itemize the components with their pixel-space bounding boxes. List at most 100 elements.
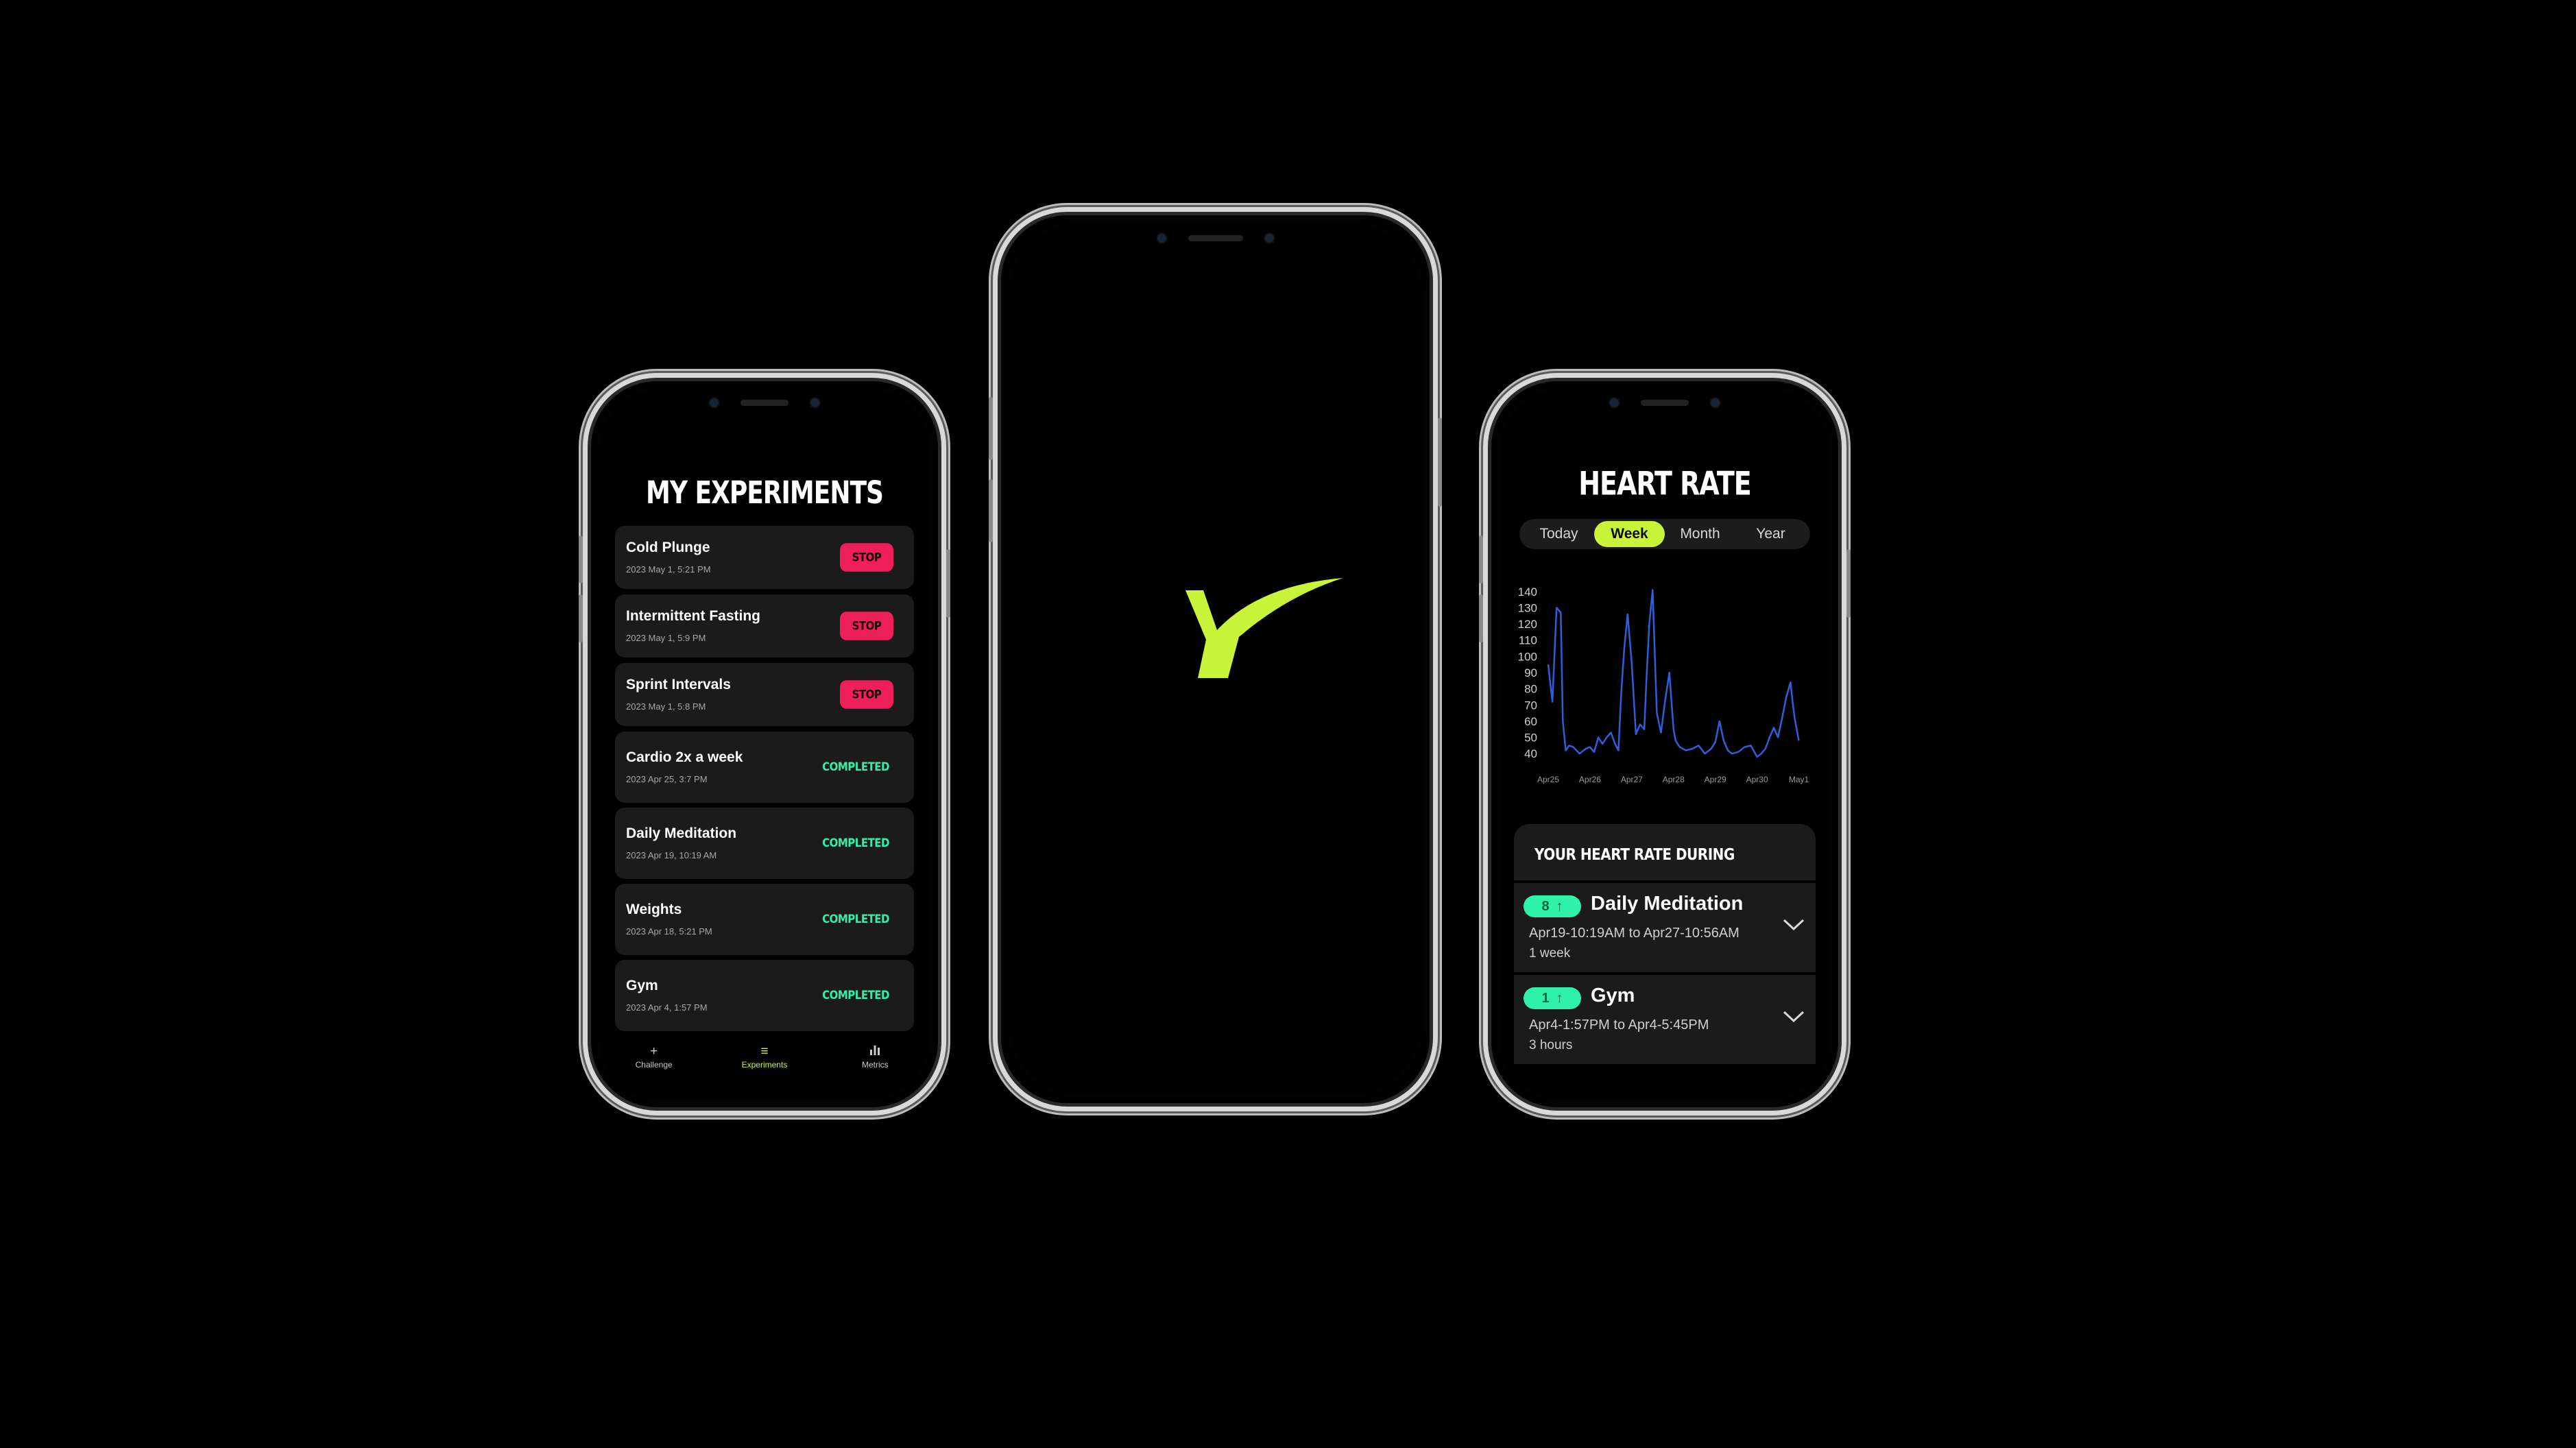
notch (1155, 223, 1275, 253)
experiment-name: Weights (626, 902, 682, 917)
y-tick-label: 80 (1524, 683, 1537, 696)
sensor-icon (1709, 396, 1721, 409)
y-tick-label: 40 (1524, 747, 1537, 760)
heart-rate-chart: 140 130 120 110 100 90 80 70 60 50 40 Apr25 Apr26 Apr… (1518, 586, 1809, 784)
experiment-card[interactable]: Gym 2023 Apr 4, 1:57 PM COMPLETED (615, 960, 914, 1031)
experiment-date: 2023 Apr 19, 10:19 AM (626, 850, 717, 860)
experiment-date: 2023 May 1, 5:8 PM (626, 701, 706, 712)
phone-experiments: MY EXPERIMENTS Cold Plunge 2023 May 1, 5… (579, 373, 950, 1115)
page-title: MY EXPERIMENTS (646, 475, 884, 511)
period-duration: 3 hours (1529, 1038, 1573, 1052)
notch (1609, 389, 1721, 416)
x-tick-label: Apr30 (1746, 775, 1768, 784)
x-tick-label: Apr26 (1579, 775, 1601, 784)
speaker-grille (741, 399, 789, 406)
chevron-down-icon[interactable] (1781, 1008, 1806, 1024)
experiment-card[interactable]: Intermittent Fasting 2023 May 1, 5:9 PM … (615, 594, 914, 657)
volume-down-button (1479, 594, 1483, 642)
tab-experiments[interactable]: ≡ Experiments (723, 1043, 806, 1082)
period-row[interactable]: 1 ↑ Gym Apr4-1:57PM to Apr4-5:45PM 3 hou… (1514, 972, 1816, 1064)
y-tick-label: 50 (1524, 732, 1537, 745)
notch (708, 389, 821, 416)
sensor-icon (809, 396, 821, 409)
completed-label: COMPLETED (822, 987, 889, 1002)
period-range: Apr4-1:57PM to Apr4-5:45PM (1529, 1017, 1709, 1033)
experiment-date: 2023 Apr 25, 3:7 PM (626, 774, 708, 784)
chevron-down-icon[interactable] (1781, 916, 1806, 932)
stop-button[interactable]: STOP (840, 680, 893, 709)
range-month[interactable]: Month (1665, 521, 1735, 547)
tab-metrics[interactable]: Metrics (834, 1043, 916, 1082)
screen-experiments: MY EXPERIMENTS Cold Plunge 2023 May 1, 5… (599, 389, 930, 1100)
phone-splash (989, 207, 1442, 1111)
y-tick-label: 70 (1524, 699, 1537, 712)
y-tick-label: 110 (1519, 634, 1537, 647)
power-button (1438, 418, 1442, 507)
count-badge: 1 ↑ (1524, 987, 1581, 1009)
completed-label: COMPLETED (822, 759, 889, 774)
period-duration: 1 week (1529, 946, 1571, 961)
speaker-grille (1188, 234, 1243, 241)
period-name: Daily Meditation (1591, 893, 1744, 915)
experiment-card[interactable]: Cardio 2x a week 2023 Apr 25, 3:7 PM COM… (615, 732, 914, 803)
tab-label: Metrics (861, 1060, 889, 1070)
power-button (946, 549, 950, 618)
stop-button[interactable]: STOP (840, 612, 893, 640)
x-tick-label: May1 (1789, 775, 1809, 784)
range-year[interactable]: Year (1735, 521, 1806, 547)
range-week[interactable]: Week (1594, 521, 1665, 547)
volume-up-button (1479, 535, 1483, 583)
phone-heart-rate: HEART RATE Today Week Month Year 140 130 1… (1479, 373, 1851, 1115)
experiment-name: Sprint Intervals (626, 677, 731, 692)
count-value: 1 (1541, 990, 1550, 1006)
x-tick-label: Apr25 (1537, 775, 1559, 784)
arrow-up-icon: ↑ (1556, 898, 1563, 914)
y-tick-label: 120 (1518, 618, 1537, 631)
y-tick-label: 100 (1518, 650, 1537, 663)
x-tick-label: Apr28 (1663, 775, 1685, 784)
experiment-date: 2023 Apr 18, 5:21 PM (626, 926, 712, 937)
completed-label: COMPLETED (822, 835, 889, 850)
count-value: 8 (1541, 898, 1550, 914)
experiment-name: Intermittent Fasting (626, 608, 761, 624)
experiment-name: Cold Plunge (626, 540, 710, 555)
volume-up-button (989, 397, 993, 460)
experiment-name: Gym (626, 978, 658, 993)
screen-splash (1009, 223, 1422, 1096)
completed-label: COMPLETED (822, 911, 889, 926)
experiment-card[interactable]: Weights 2023 Apr 18, 5:21 PM COMPLETED (615, 884, 914, 955)
volume-up-button (579, 535, 583, 583)
range-today[interactable]: Today (1524, 521, 1594, 547)
power-button (1846, 549, 1851, 618)
tab-challenge[interactable]: + Challenge (613, 1043, 695, 1082)
experiment-date: 2023 May 1, 5:9 PM (626, 633, 706, 643)
count-badge: 8 ↑ (1524, 895, 1581, 917)
section-title: YOUR HEART RATE DURING (1534, 845, 1735, 864)
period-range: Apr19-10:19AM to Apr27-10:56AM (1529, 926, 1740, 941)
sensor-icon (1263, 232, 1275, 244)
screen-heart-rate: HEART RATE Today Week Month Year 140 130 1… (1499, 389, 1831, 1100)
tab-label: Experiments (741, 1060, 788, 1070)
volume-down-button (579, 594, 583, 642)
y-tick-label: 90 (1524, 666, 1537, 679)
y-tick-label: 60 (1524, 715, 1537, 728)
x-tick-label: Apr27 (1621, 775, 1643, 784)
experiment-name: Daily Meditation (626, 825, 737, 841)
app-logo-icon (1185, 578, 1343, 678)
camera-icon (1155, 232, 1168, 244)
heart-rate-line (1547, 589, 1800, 758)
stop-button[interactable]: STOP (840, 543, 893, 572)
x-tick-label: Apr29 (1705, 775, 1726, 784)
experiment-card[interactable]: Daily Meditation 2023 Apr 19, 10:19 AM C… (615, 808, 914, 879)
experiment-card[interactable]: Sprint Intervals 2023 May 1, 5:8 PM STOP (615, 663, 914, 726)
experiment-date: 2023 Apr 4, 1:57 PM (626, 1002, 708, 1013)
plus-icon: + (650, 1044, 658, 1059)
camera-icon (1609, 396, 1620, 409)
period-row[interactable]: 8 ↑ Daily Meditation Apr19-10:19AM to Ap… (1514, 880, 1816, 972)
tab-label: Challenge (635, 1060, 673, 1070)
experiment-card[interactable]: Cold Plunge 2023 May 1, 5:21 PM STOP (615, 526, 914, 589)
y-tick-label: 130 (1518, 601, 1537, 614)
tab-bar: + Challenge ≡ Experiments Metrics (599, 1043, 930, 1082)
experiment-name: Cardio 2x a week (626, 749, 743, 765)
arrow-up-icon: ↑ (1556, 990, 1563, 1006)
